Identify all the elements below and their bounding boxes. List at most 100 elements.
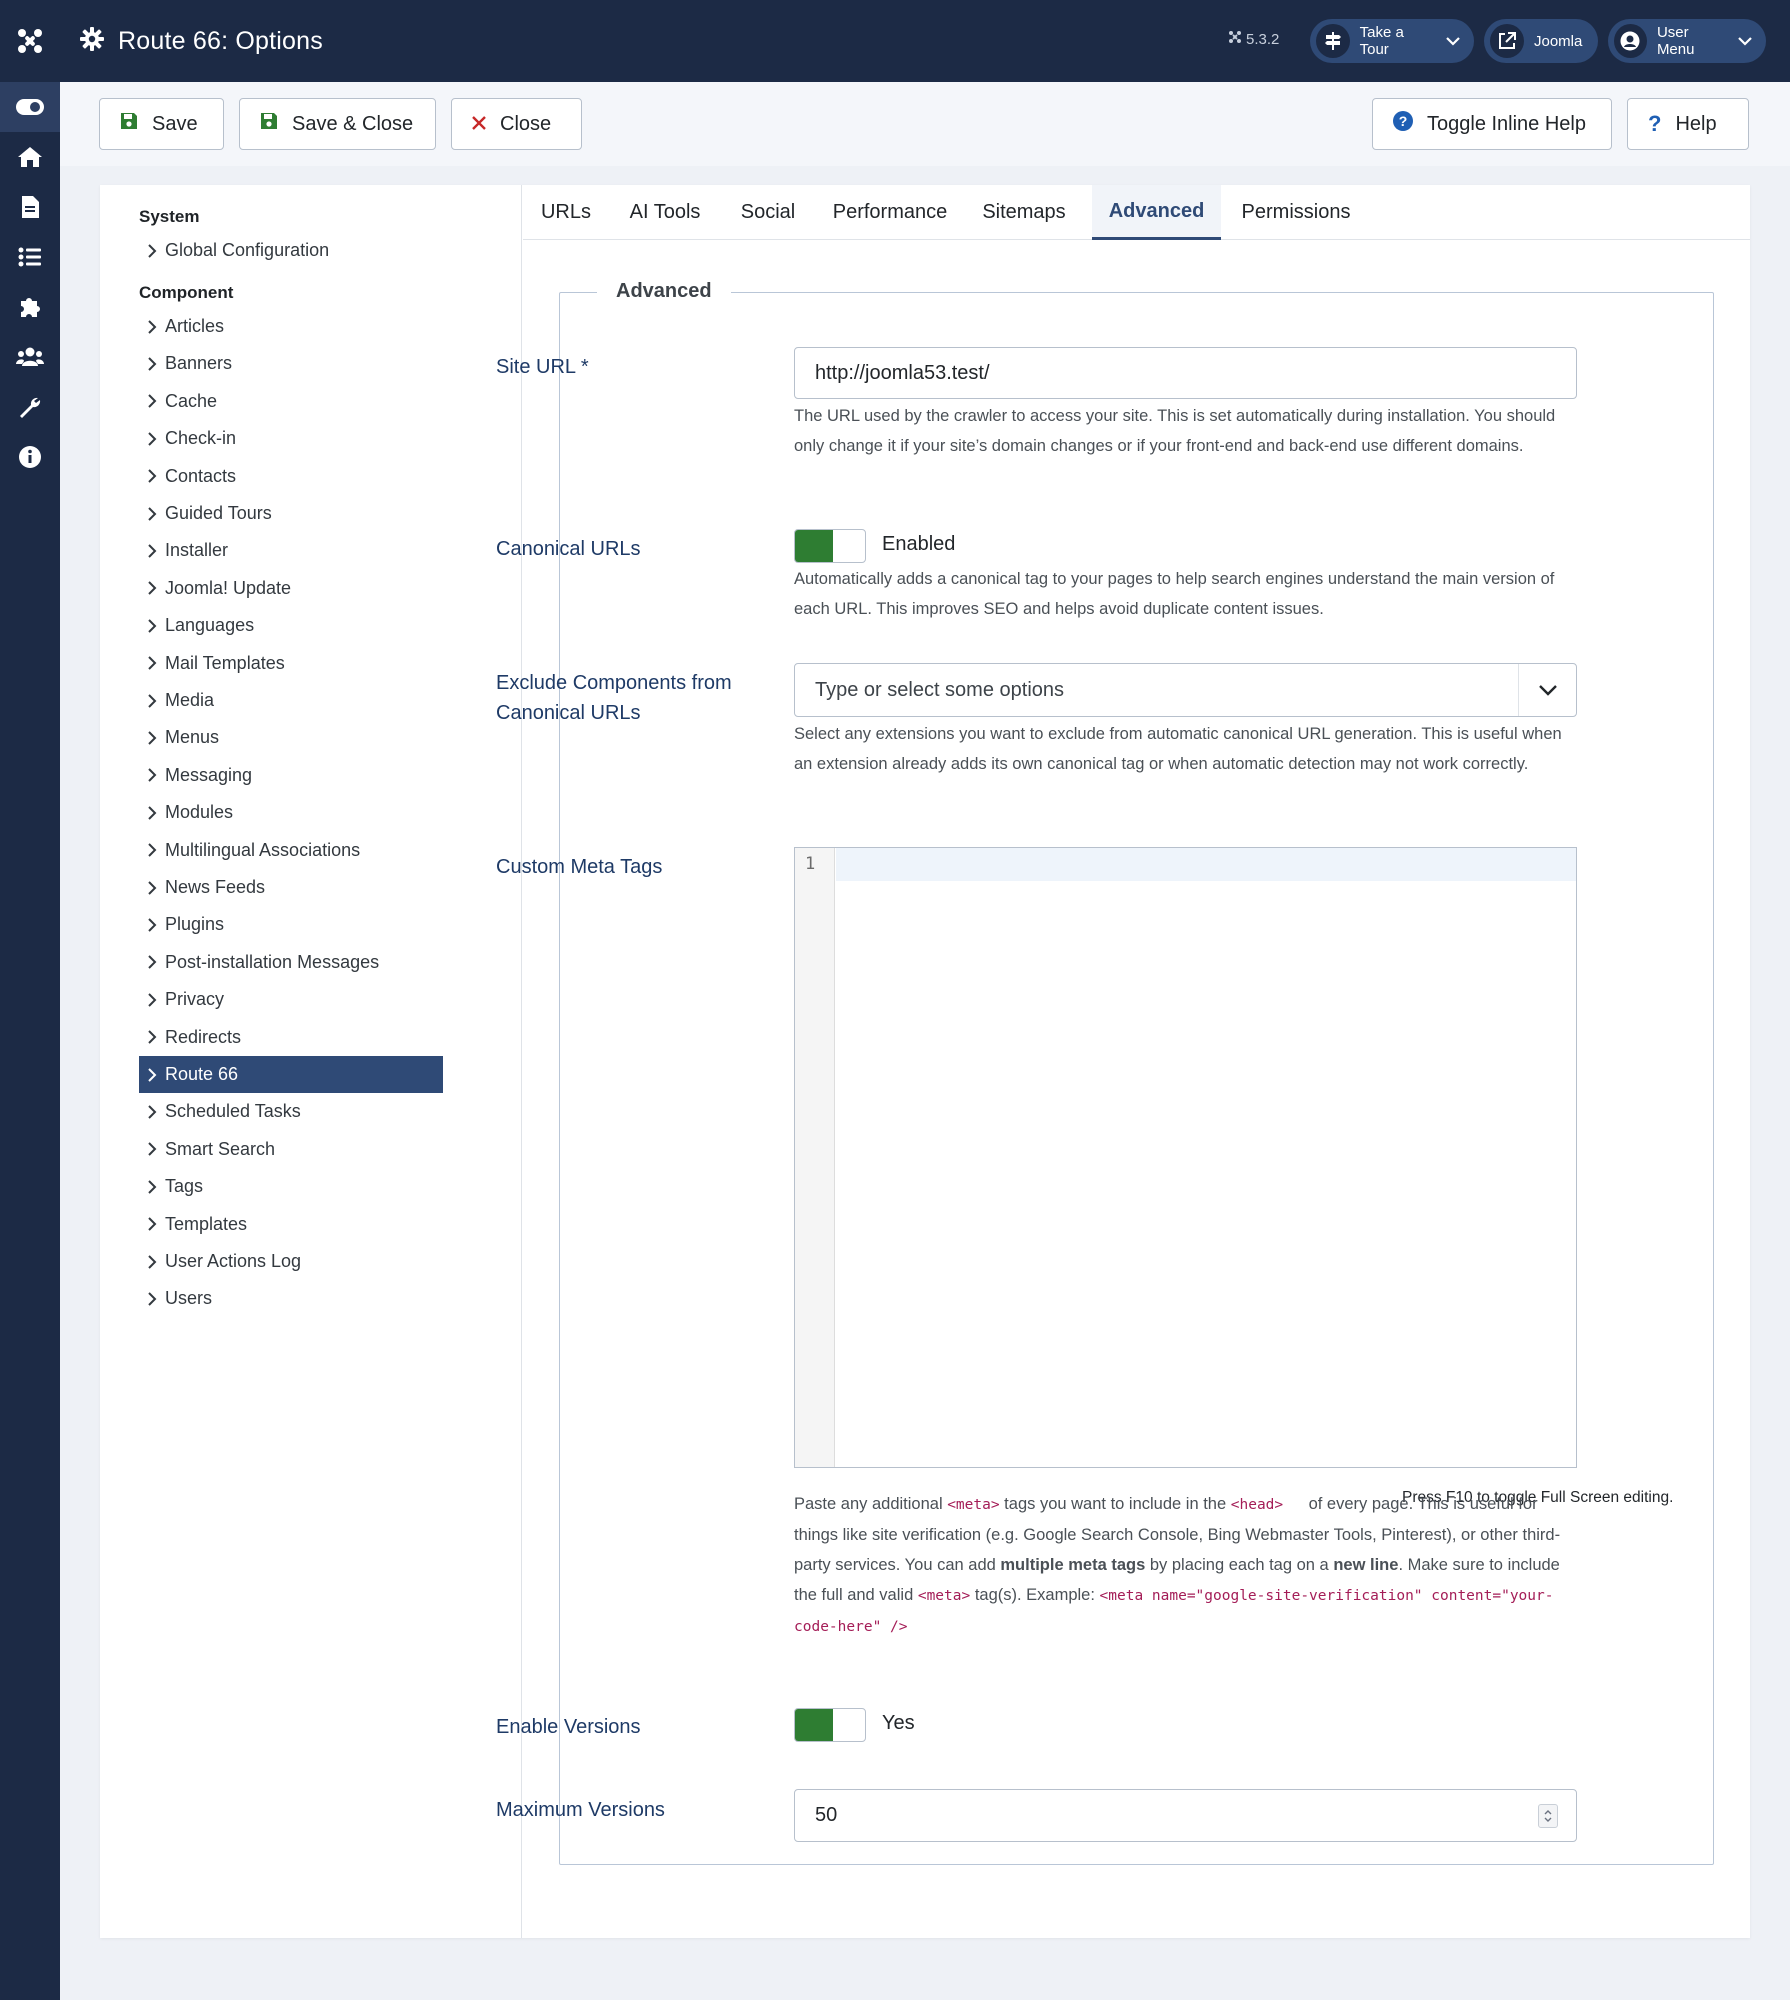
sidebar-item-mail-templates[interactable]: Mail Templates <box>139 645 443 682</box>
joomla-logo-icon[interactable] <box>0 0 60 82</box>
sidebar-item-label: Smart Search <box>165 1138 276 1159</box>
editor-active-line[interactable] <box>836 848 1576 881</box>
sidebar-item-smart-search[interactable]: Smart Search <box>139 1131 443 1168</box>
take-tour-button[interactable]: Take a Tour <box>1310 19 1474 63</box>
sidebar-item-contacts[interactable]: Contacts <box>139 458 443 495</box>
sidebar-item-guided-tours[interactable]: Guided Tours <box>139 495 443 532</box>
sidebar-item-label: Installer <box>165 540 229 561</box>
version-badge: 5.3.2 <box>1228 30 1279 48</box>
save-close-label: Save & Close <box>292 112 414 135</box>
joomla-site-button[interactable]: Joomla <box>1484 19 1598 63</box>
canonical-urls-switch[interactable] <box>794 529 866 563</box>
user-menu-button[interactable]: User Menu <box>1608 19 1766 63</box>
components-puzzle-icon[interactable] <box>0 282 60 332</box>
sidebar-item-label: Tags <box>165 1176 204 1197</box>
sidebar-item-templates[interactable]: Templates <box>139 1206 443 1243</box>
sidebar-item-redirects[interactable]: Redirects <box>139 1019 443 1056</box>
enable-versions-label: Enable Versions <box>496 1716 641 1738</box>
sidebar-item-menus[interactable]: Menus <box>139 719 443 756</box>
options-tabs: URLs AI Tools Social Performance Sitemap… <box>523 185 1750 240</box>
sidebar-item-privacy[interactable]: Privacy <box>139 981 443 1018</box>
toggle-inline-help-button[interactable]: ? Toggle Inline Help <box>1372 98 1612 150</box>
users-icon[interactable] <box>0 332 60 382</box>
chevron-right-icon <box>139 469 165 483</box>
sidebar-item-articles[interactable]: Articles <box>139 308 443 345</box>
tab-social[interactable]: Social <box>721 185 815 240</box>
chevron-down-icon[interactable] <box>1518 664 1576 716</box>
question-mark-icon: ? <box>1648 111 1662 136</box>
sidebar-item-plugins[interactable]: Plugins <box>139 906 443 943</box>
sidebar-item-global-configuration[interactable]: Global Configuration <box>139 232 443 269</box>
sidebar-item-check-in[interactable]: Check-in <box>139 420 443 457</box>
sidebar-item-languages[interactable]: Languages <box>139 607 443 644</box>
help-bold-2: new line <box>1333 1556 1399 1574</box>
maximum-versions-label: Maximum Versions <box>496 1799 665 1821</box>
tab-urls[interactable]: URLs <box>523 185 609 240</box>
tab-performance[interactable]: Performance <box>815 185 965 240</box>
chevron-right-icon <box>139 357 165 371</box>
header-bar: Route 66: Options 5.3.2 Take a Tour Joom… <box>60 0 1790 82</box>
sidebar-item-users[interactable]: Users <box>139 1280 443 1317</box>
sidebar-item-banners[interactable]: Banners <box>139 345 443 382</box>
menus-list-icon[interactable] <box>0 232 60 282</box>
sidebar-item-user-actions-log[interactable]: User Actions Log <box>139 1243 443 1280</box>
sidebar-heading-component: Component <box>139 283 234 302</box>
sidebar-item-label: Guided Tours <box>165 503 272 523</box>
exclude-components-select[interactable]: Type or select some options <box>794 663 1577 717</box>
sidebar-item-label: Scheduled Tasks <box>165 1101 301 1122</box>
chevron-right-icon <box>139 656 165 670</box>
save-close-button[interactable]: Save & Close <box>239 98 436 150</box>
sidebar-item-label: Cache <box>165 390 218 411</box>
exclude-components-label: Exclude Components from Canonical URLs <box>496 672 732 724</box>
enable-versions-switch[interactable] <box>794 1708 866 1742</box>
info-icon[interactable] <box>0 432 60 482</box>
save-label: Save <box>152 112 198 135</box>
chevron-right-icon <box>139 394 165 409</box>
tab-ai-tools[interactable]: AI Tools <box>609 185 721 240</box>
sidebar-item-route-66[interactable]: Route 66 <box>139 1056 443 1093</box>
maximum-versions-input[interactable]: 50 <box>794 1789 1577 1842</box>
tab-permissions[interactable]: Permissions <box>1221 185 1371 240</box>
sidebar-item-messaging[interactable]: Messaging <box>139 757 443 794</box>
toolbar: Save Save & Close Close ? Toggle Inline … <box>60 82 1790 166</box>
tab-advanced[interactable]: Advanced <box>1092 185 1221 240</box>
system-wrench-icon[interactable] <box>0 382 60 432</box>
sidebar-item-label: Route 66 <box>165 1064 239 1084</box>
chevron-right-icon <box>139 544 165 558</box>
canonical-urls-state: Enabled <box>882 533 956 555</box>
site-url-input[interactable]: http://joomla53.test/ <box>794 347 1577 399</box>
sidebar-item-modules[interactable]: Modules <box>139 794 443 831</box>
floppy-disk-icon <box>260 112 278 136</box>
exclude-components-placeholder: Type or select some options <box>815 678 1065 701</box>
sidebar-item-post-installation-messages[interactable]: Post-installation Messages <box>139 944 443 981</box>
number-spinner-icon[interactable] <box>1538 1804 1558 1828</box>
close-button[interactable]: Close <box>451 98 582 150</box>
sidebar-item-label: Templates <box>165 1213 248 1234</box>
chevron-right-icon <box>139 918 165 932</box>
save-button[interactable]: Save <box>99 98 224 150</box>
sidebar-heading-system: System <box>139 207 200 226</box>
sidebar-item-media[interactable]: Media <box>139 682 443 719</box>
version-text: 5.3.2 <box>1246 30 1280 48</box>
sidebar-item-news-feeds[interactable]: News Feeds <box>139 869 443 906</box>
chevron-down-icon <box>1446 33 1460 50</box>
tab-sitemaps[interactable]: Sitemaps <box>965 185 1083 240</box>
help-button[interactable]: ? Help <box>1627 98 1749 150</box>
help-text-6: tag(s). Example: <box>970 1586 1100 1604</box>
sidebar-item-tags[interactable]: Tags <box>139 1168 443 1205</box>
sidebar-item-label: Redirects <box>165 1026 242 1047</box>
content-file-icon[interactable] <box>0 182 60 232</box>
sidebar-item-multilingual-associations[interactable]: Multilingual Associations <box>139 832 443 869</box>
home-icon[interactable] <box>0 132 60 182</box>
sidebar-item-installer[interactable]: Installer <box>139 532 443 569</box>
menu-toggle-icon[interactable] <box>0 82 60 132</box>
sidebar-item-label: Articles <box>165 316 225 336</box>
help-text-1: Paste any additional <box>794 1495 948 1513</box>
sidebar-item-scheduled-tasks[interactable]: Scheduled Tasks <box>139 1093 443 1130</box>
sidebar-item-cache[interactable]: Cache <box>139 383 443 420</box>
chevron-right-icon <box>139 955 165 970</box>
page-title: Route 66: Options <box>118 26 323 55</box>
toggle-inline-help-label: Toggle Inline Help <box>1427 112 1586 135</box>
custom-meta-tags-editor[interactable]: 1 <box>794 847 1577 1468</box>
sidebar-item-joomla-update[interactable]: Joomla! Update <box>139 570 443 607</box>
